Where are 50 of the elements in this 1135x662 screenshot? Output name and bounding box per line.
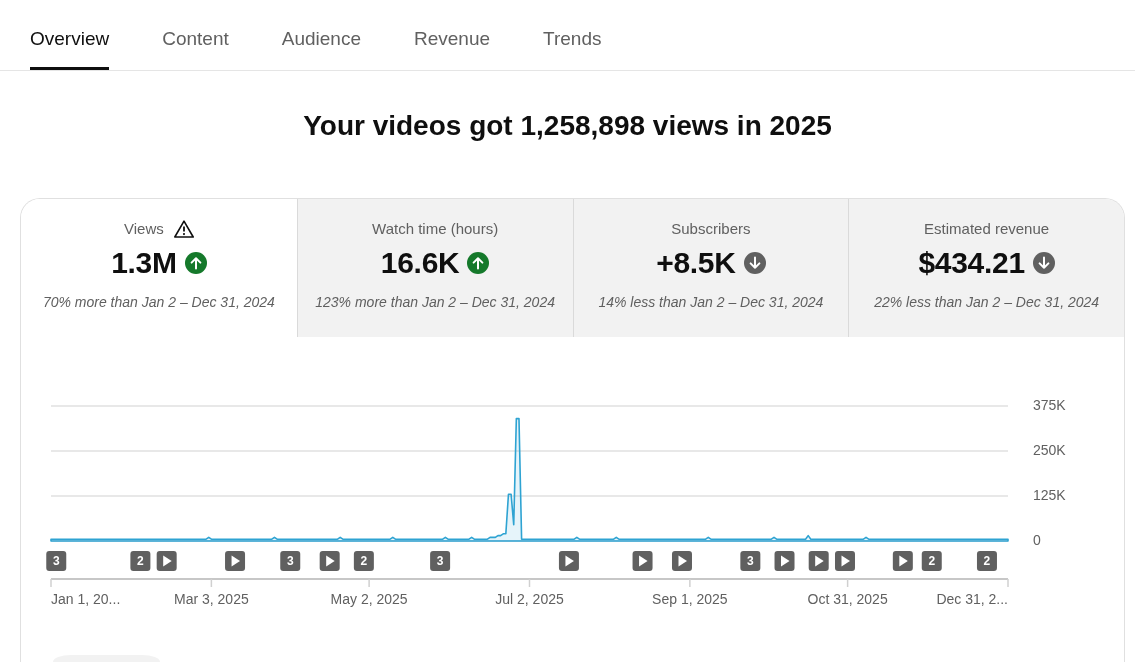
- x-axis-label: Oct 31, 2025: [807, 590, 888, 607]
- video-count-badge[interactable]: 3: [430, 551, 451, 571]
- y-axis-label: 125K: [1033, 486, 1066, 503]
- headline: Your videos got 1,258,898 views in 2025: [302, 109, 833, 143]
- play-icon[interactable]: [225, 551, 246, 571]
- metric-tab[interactable]: Subscribers +8.5K 14% less than Jan 2 – Dec 31, 2024: [572, 199, 849, 337]
- comparison-text: 14% less than Jan 2 – Dec 31, 2024: [598, 293, 824, 312]
- nav-tab[interactable]: Overview: [30, 0, 110, 70]
- play-icon[interactable]: [558, 551, 579, 571]
- metric-label: Watch time (hours): [372, 219, 499, 239]
- video-count-badge[interactable]: 2: [921, 551, 942, 571]
- nav-tab[interactable]: Revenue: [413, 0, 491, 70]
- play-icon[interactable]: [319, 551, 340, 571]
- metric-value: +8.5K: [656, 245, 736, 281]
- video-count-badge[interactable]: 3: [280, 551, 301, 571]
- play-icon[interactable]: [892, 551, 913, 571]
- metric-label: Views: [124, 219, 164, 239]
- play-icon[interactable]: [774, 551, 795, 571]
- video-count-badge[interactable]: 3: [46, 551, 67, 571]
- y-axis-label: 250K: [1033, 441, 1066, 458]
- video-count-badge[interactable]: 2: [976, 551, 997, 571]
- nav-tab[interactable]: Trends: [543, 0, 602, 70]
- metric-label: Subscribers: [671, 219, 751, 239]
- video-count-badge[interactable]: 3: [740, 551, 761, 571]
- metric-tab[interactable]: Watch time (hours) 16.6K 123% more than Jan 2 – Dec 31, 2024: [296, 199, 573, 337]
- play-icon[interactable]: [835, 551, 855, 571]
- x-axis-label: May 2, 2025: [330, 590, 408, 607]
- nav-tab[interactable]: Audience: [281, 0, 361, 70]
- x-axis-label: Mar 3, 2025: [174, 590, 249, 607]
- x-axis-label: Jan 1, 20...: [51, 590, 121, 607]
- x-axis-label: Jul 2, 2025: [495, 590, 564, 607]
- video-count-badge[interactable]: 2: [130, 551, 151, 571]
- metric-value: 16.6K: [380, 245, 460, 281]
- metric-value: 1.3M: [111, 245, 177, 281]
- y-axis-label: 0: [1033, 531, 1041, 548]
- metric-tab[interactable]: Estimated revenue $434.21 22% less than Jan 2 – Dec 31, 2024: [848, 199, 1124, 337]
- metric-label: Estimated revenue: [924, 219, 1050, 239]
- comparison-text: 22% less than Jan 2 – Dec 31, 2024: [874, 293, 1100, 312]
- play-icon[interactable]: [156, 551, 177, 571]
- play-icon[interactable]: [808, 551, 829, 571]
- comparison-text: 70% more than Jan 2 – Dec 31, 2024: [42, 293, 275, 312]
- metric-value: $434.21: [918, 245, 1025, 281]
- nav-tab[interactable]: Content: [162, 0, 229, 70]
- video-count-badge[interactable]: 2: [353, 551, 374, 571]
- play-icon[interactable]: [672, 551, 692, 571]
- y-axis-label: 375K: [1033, 396, 1066, 413]
- x-axis-label: Dec 31, 2...: [936, 590, 1008, 607]
- x-axis-label: Sep 1, 2025: [652, 590, 728, 607]
- play-icon[interactable]: [632, 551, 653, 571]
- comparison-text: 123% more than Jan 2 – Dec 31, 2024: [315, 293, 555, 312]
